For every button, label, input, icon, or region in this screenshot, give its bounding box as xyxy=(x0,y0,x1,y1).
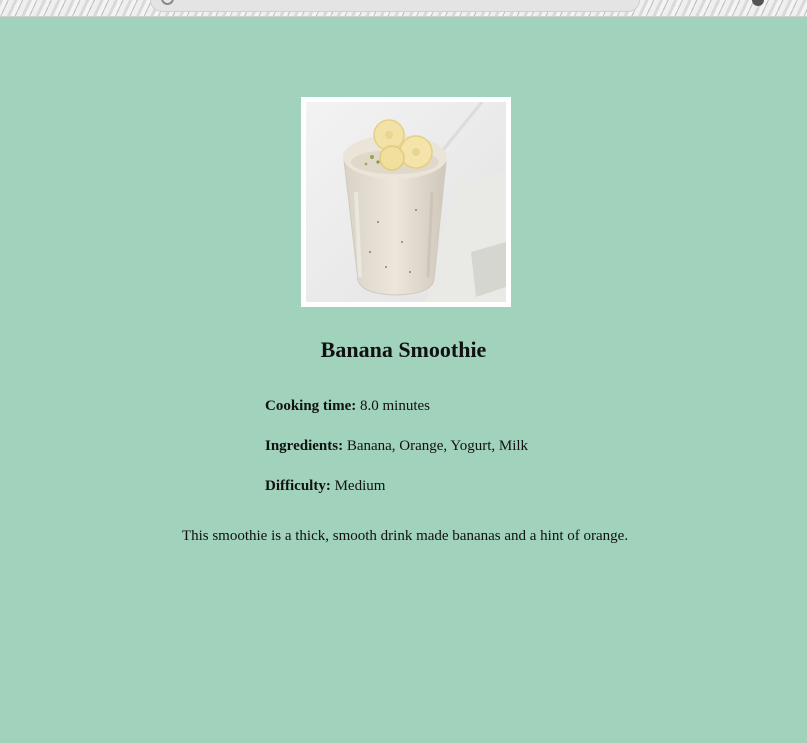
browser-top-banner xyxy=(0,0,807,17)
search-icon xyxy=(161,0,174,5)
difficulty-label: Difficulty: xyxy=(265,478,331,494)
recipe-title: Banana Smoothie xyxy=(320,337,487,362)
cooking-time-row: Cooking time: 8.0 minutes xyxy=(265,397,430,415)
recipe-description: This smoothie is a thick, smooth drink m… xyxy=(181,528,629,544)
search-bar[interactable] xyxy=(150,0,640,12)
difficulty-value: Medium xyxy=(334,478,386,494)
profile-icon[interactable] xyxy=(752,0,764,6)
difficulty-row: Difficulty: Medium xyxy=(265,477,385,495)
ingredients-label: Ingredients: xyxy=(265,438,344,454)
ingredients-row: Ingredients: Banana, Orange, Yogurt, Mil… xyxy=(265,437,528,455)
cooking-time-value: 8.0 minutes xyxy=(360,398,430,414)
cooking-time-label: Cooking time: xyxy=(265,398,357,414)
ingredients-value: Banana, Orange, Yogurt, Milk xyxy=(346,438,529,454)
recipe-image xyxy=(301,97,511,307)
smoothie-photo-icon xyxy=(306,102,506,302)
